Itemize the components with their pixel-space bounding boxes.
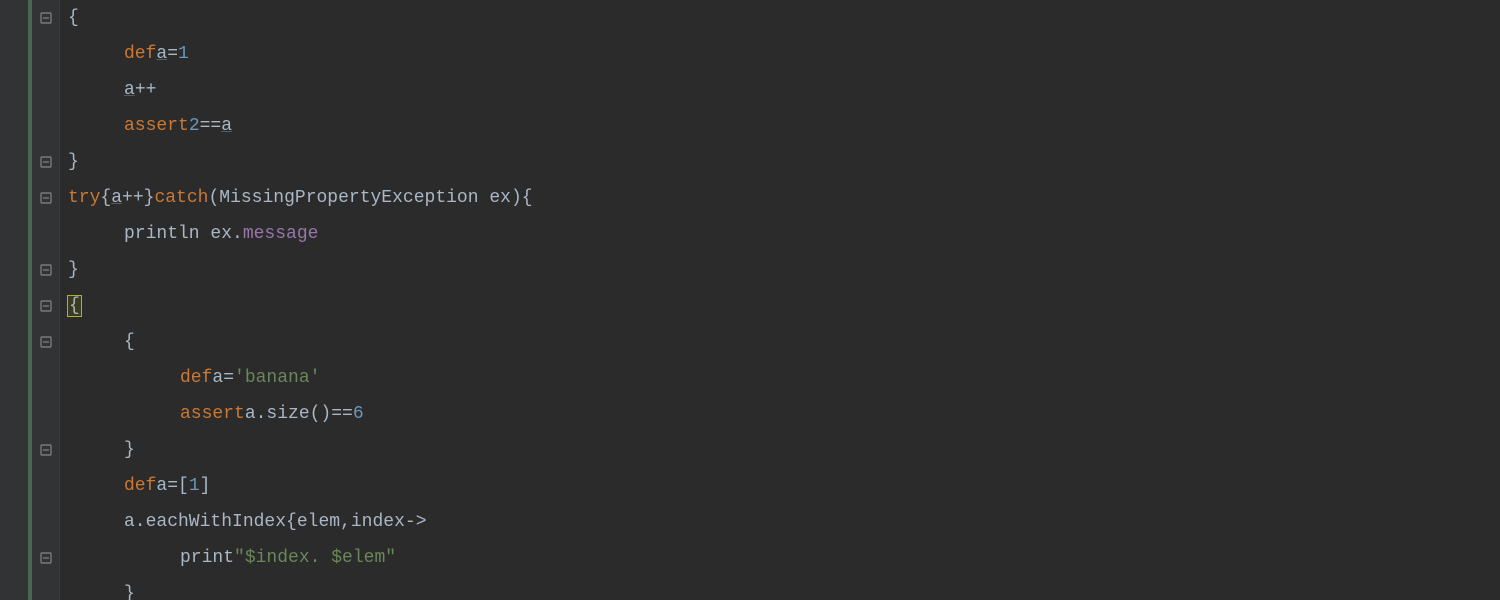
gutter-row [0, 72, 59, 108]
code-line[interactable]: try {a++} catch(MissingPropertyException… [68, 180, 1500, 216]
fold-collapse-icon[interactable] [39, 299, 53, 313]
fold-collapse-icon[interactable] [39, 335, 53, 349]
gutter-row [0, 360, 59, 396]
code-line[interactable]: { [68, 0, 1500, 36]
gutter-row [0, 324, 59, 360]
code-line[interactable]: def a = 'banana' [68, 360, 1500, 396]
gutter-row [0, 288, 59, 324]
code-line[interactable]: { [68, 288, 1500, 324]
code-line[interactable]: print "$index. $elem" [68, 540, 1500, 576]
gutter-row [0, 108, 59, 144]
code-line[interactable]: } [68, 252, 1500, 288]
gutter-row [0, 432, 59, 468]
gutter-row [0, 576, 59, 600]
gutter-row [0, 144, 59, 180]
gutter-row [0, 468, 59, 504]
code-line[interactable]: def a = [1] [68, 468, 1500, 504]
code-line[interactable]: } [68, 576, 1500, 600]
code-editor[interactable]: {def a = 1a++assert 2 == a}try {a++} cat… [0, 0, 1500, 600]
gutter-row [0, 540, 59, 576]
code-line[interactable]: def a = 1 [68, 36, 1500, 72]
code-area[interactable]: {def a = 1a++assert 2 == a}try {a++} cat… [60, 0, 1500, 600]
gutter-row [0, 504, 59, 540]
code-line[interactable]: } [68, 144, 1500, 180]
gutter-row [0, 216, 59, 252]
gutter-row [0, 36, 59, 72]
fold-end-icon[interactable] [39, 155, 53, 169]
code-line[interactable]: a.eachWithIndex { elem, index -> [68, 504, 1500, 540]
fold-collapse-icon[interactable] [39, 191, 53, 205]
gutter-row [0, 252, 59, 288]
code-line[interactable]: } [68, 432, 1500, 468]
editor-gutter [0, 0, 60, 600]
fold-collapse-icon[interactable] [39, 551, 53, 565]
code-line[interactable]: { [68, 324, 1500, 360]
gutter-row [0, 0, 59, 36]
gutter-row [0, 396, 59, 432]
fold-end-icon[interactable] [39, 263, 53, 277]
code-line[interactable]: assert a.size() == 6 [68, 396, 1500, 432]
gutter-row [0, 180, 59, 216]
code-line[interactable]: a++ [68, 72, 1500, 108]
code-line[interactable]: println ex.message [68, 216, 1500, 252]
code-line[interactable]: assert 2 == a [68, 108, 1500, 144]
fold-end-icon[interactable] [39, 443, 53, 457]
fold-collapse-icon[interactable] [39, 11, 53, 25]
